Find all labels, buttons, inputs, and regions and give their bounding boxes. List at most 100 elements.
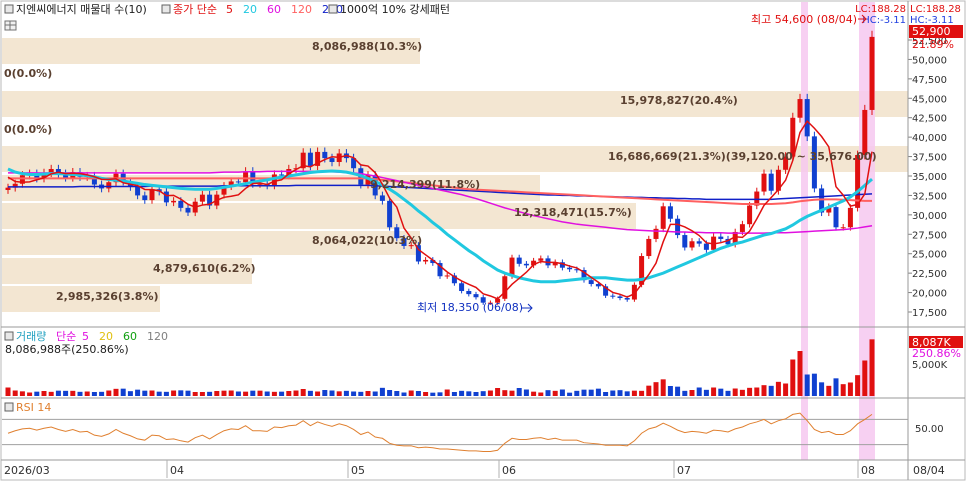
volume-bar: [423, 392, 429, 396]
price-tick-label: 47,500: [912, 75, 947, 86]
candle-body: [660, 206, 666, 229]
candle-body: [423, 259, 429, 262]
volume-bar: [430, 392, 436, 396]
volume-bar: [444, 389, 450, 396]
volume-profile-label: 2,985,326(3.8%): [56, 290, 159, 303]
candle-body: [185, 207, 191, 213]
volume-bar: [250, 390, 256, 396]
candle-body: [797, 99, 803, 118]
volume-bar: [243, 391, 249, 396]
candle-body: [106, 182, 112, 189]
candle-body: [473, 294, 479, 298]
volume-bar: [351, 391, 357, 396]
volume-period-label: 20: [99, 330, 113, 343]
volume-bar: [804, 374, 810, 396]
volume-bar: [178, 390, 184, 396]
rsi-toggle-icon[interactable]: [4, 402, 14, 412]
x-axis-label: 2026/03: [4, 464, 50, 477]
volume-bar: [639, 390, 645, 396]
candle-body: [768, 173, 774, 191]
volume-bar: [401, 392, 407, 396]
volume-bar: [617, 390, 623, 396]
volume-bar: [718, 388, 724, 396]
volume-bar: [631, 390, 637, 396]
volume-bar: [588, 389, 594, 396]
candle-body: [466, 291, 472, 295]
volume-bar: [63, 390, 69, 396]
volume-bar: [459, 390, 465, 396]
panel-toggle-icon[interactable]: [4, 4, 14, 14]
candle-body: [523, 263, 529, 266]
volume-bar: [228, 390, 234, 396]
ma-label: 종가 단순: [173, 3, 217, 16]
candle-body: [804, 99, 810, 137]
volume-bar: [171, 390, 177, 396]
volume-bar: [451, 392, 457, 396]
volume-bar: [279, 391, 285, 396]
stock-chart-window: 52,500 50,000 47,500 45,000 42,500 40,000 37,5…: [0, 0, 966, 481]
volume-tick: 5,000K: [912, 360, 948, 371]
volume-bar: [415, 391, 421, 396]
ma-period-label: 60: [267, 3, 281, 16]
volume-bar: [833, 378, 839, 396]
volume-bar: [840, 384, 846, 396]
price-axis: 52,50050,00047,50045,00042,50040,00037,5…: [908, 36, 947, 319]
volume-bar: [48, 391, 54, 396]
price-tick-label: 22,500: [912, 269, 947, 280]
candle-body: [279, 174, 285, 176]
candle-body: [322, 151, 328, 159]
volume-bar: [41, 391, 47, 396]
candle-body: [307, 152, 313, 166]
volume-profile-label: 8,064,022(10.3%): [312, 234, 422, 247]
price-tick-label: 45,000: [912, 94, 947, 105]
candle-body: [516, 257, 522, 264]
volume-profile-label: 9,214,399(11.8%): [370, 178, 480, 191]
candle-body: [833, 207, 839, 228]
volume-bar: [826, 385, 832, 396]
volume-bar: [379, 387, 385, 396]
volume-toggle-icon[interactable]: [4, 331, 14, 341]
volume-bar: [869, 339, 875, 396]
x-axis-label: 07: [677, 464, 691, 477]
volume-bar: [315, 391, 321, 396]
price-tick-label: 32,500: [912, 191, 947, 202]
candle-body: [199, 194, 205, 202]
volume-bar: [185, 390, 191, 396]
candle-body: [624, 298, 630, 300]
candle-body: [718, 236, 724, 239]
stock-name: 지엔씨에너지 매물대 수(10): [16, 3, 147, 16]
volume-bar: [610, 390, 616, 396]
volume-bar: [365, 391, 371, 396]
volume-ma-label: 단순: [56, 330, 76, 343]
volume-period-label: 5: [82, 330, 89, 343]
ma-toggle-icon[interactable]: [161, 4, 171, 14]
volume-label: 거래량: [16, 330, 46, 343]
volume-bar: [703, 389, 709, 396]
candle-body: [329, 158, 335, 163]
candle-body: [588, 280, 594, 285]
volume-bar: [394, 391, 400, 396]
volume-bar: [855, 375, 861, 396]
candle-body: [567, 267, 573, 270]
volume-bar: [408, 390, 414, 396]
candle-body: [135, 186, 141, 196]
candle-body: [5, 187, 11, 190]
candle-body: [387, 200, 393, 228]
candle-body: [840, 227, 846, 229]
volume-bar: [811, 373, 817, 396]
volume-bar: [747, 387, 753, 396]
volume-bar: [466, 391, 472, 396]
volume-text: 8,086,988주(250.86%): [5, 343, 129, 356]
volume-bar: [106, 390, 112, 396]
volume-bar: [847, 382, 853, 396]
candle-body: [667, 206, 673, 219]
price-tick-label: 37,500: [912, 153, 947, 164]
volume-bar: [55, 390, 61, 396]
volume-bar: [192, 392, 198, 396]
candle-body: [689, 241, 695, 248]
volume-profile-label: 4,879,610(6.2%): [153, 262, 256, 275]
ma-period-label: 20: [243, 3, 257, 16]
current-price: 52,900: [912, 25, 951, 38]
volume-bar: [502, 390, 508, 396]
pattern-toggle-icon[interactable]: [328, 4, 338, 14]
